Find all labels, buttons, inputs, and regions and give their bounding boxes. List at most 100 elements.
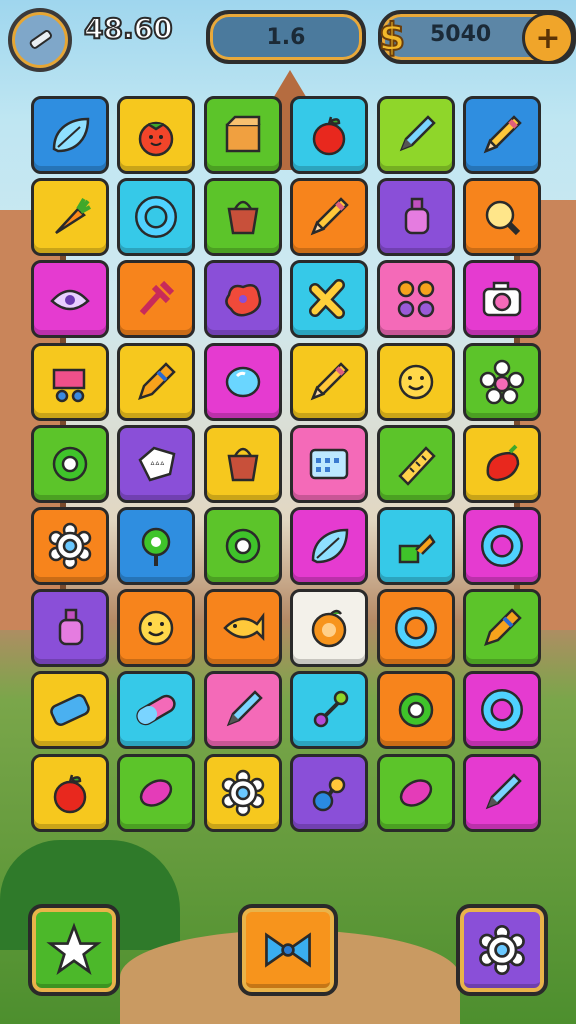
wrench-icon [29,30,52,49]
tile[interactable] [376,753,455,832]
smiley-icon [398,364,433,399]
pencil-icon [310,197,349,236]
tile[interactable] [203,178,282,257]
tile[interactable] [376,507,455,585]
bottle-icon [58,608,84,646]
gear-icon [48,522,92,570]
tile[interactable] [463,260,541,339]
tile[interactable] [290,589,369,668]
tile[interactable] [203,260,282,339]
tile[interactable]: ᐞᐞᐞ [117,424,196,503]
tile[interactable] [31,589,109,668]
tile[interactable] [376,424,455,503]
tile[interactable] [203,424,282,503]
tile[interactable] [117,753,196,832]
tile[interactable] [290,260,369,339]
settings-button[interactable] [456,904,548,996]
tile[interactable] [31,260,109,339]
coin-icon: $ [378,14,406,60]
ring-icon [394,607,437,650]
cart-icon [52,368,86,402]
tile[interactable] [31,507,109,585]
tile[interactable] [290,507,369,585]
ring-icon [135,196,178,239]
tile[interactable] [117,342,196,421]
crayon-icon [484,608,522,647]
tile[interactable] [203,589,282,668]
bow-button[interactable] [238,904,338,996]
tool-icon [140,281,175,316]
pen-icon [226,690,263,727]
fish-icon [223,612,265,642]
orange-fruit-icon [311,609,347,648]
favorite-button[interactable] [28,904,120,996]
eraser-icon [50,694,90,727]
box-icon [225,115,261,153]
tomato-icon [139,121,174,157]
cup-icon [398,534,436,564]
tile[interactable] [203,671,282,750]
pepper-icon [486,444,520,482]
leaf-icon [52,117,90,153]
bottle-icon [404,197,429,235]
tile[interactable] [290,96,369,174]
candy-icon [399,778,432,807]
tile[interactable] [117,178,196,257]
balloon-icon [225,366,261,397]
ruler-icon [397,445,436,486]
top-hud: 48.60 1.6 $ 5040 + [0,0,576,72]
apple-icon [312,116,346,156]
tile[interactable] [117,507,196,585]
pencil-icon [483,115,522,154]
tile[interactable] [203,342,282,421]
tile[interactable] [376,589,455,668]
camera-icon [482,282,522,317]
bag-icon [227,447,259,482]
tile[interactable] [463,178,541,257]
tile[interactable] [117,260,196,339]
tile[interactable] [31,424,109,503]
tile[interactable] [376,260,455,339]
tile[interactable] [376,178,455,257]
tile[interactable] [31,178,109,257]
tile[interactable] [463,96,541,174]
tile[interactable] [463,424,541,503]
donut-icon [398,693,433,728]
tile[interactable] [290,753,369,832]
tile[interactable] [31,342,109,421]
cross-icon [309,279,346,320]
tile[interactable] [117,671,196,750]
tile[interactable] [117,589,196,668]
tile[interactable] [203,507,282,585]
tile[interactable] [31,96,109,174]
tile[interactable] [463,753,541,832]
tools-button[interactable] [8,8,72,72]
tile[interactable] [463,342,541,421]
tile[interactable] [376,96,455,174]
donut-icon [225,528,261,564]
tile[interactable] [463,589,541,668]
tile[interactable] [290,178,369,257]
bag-icon [227,200,259,235]
tile[interactable] [290,342,369,421]
tile[interactable] [203,96,282,174]
tile[interactable] [290,671,369,750]
tile[interactable] [203,753,282,832]
tile[interactable] [117,96,196,174]
calculator-icon [309,448,349,480]
tile[interactable] [463,671,541,750]
tile[interactable] [31,671,109,750]
tag-icon: ᐞᐞᐞ [138,446,176,482]
tile[interactable] [290,424,369,503]
donut-icon [52,446,88,482]
blob-icon [225,284,262,317]
score-display: 48.60 [83,11,174,46]
gear-icon [221,769,265,816]
add-coins-button[interactable]: + [522,12,574,64]
tile[interactable] [376,671,455,750]
tile[interactable] [376,342,455,421]
tile[interactable] [31,753,109,832]
coin-value: 5040 [430,22,492,47]
tile[interactable] [463,507,541,585]
level-display: 1.6 [206,10,366,64]
